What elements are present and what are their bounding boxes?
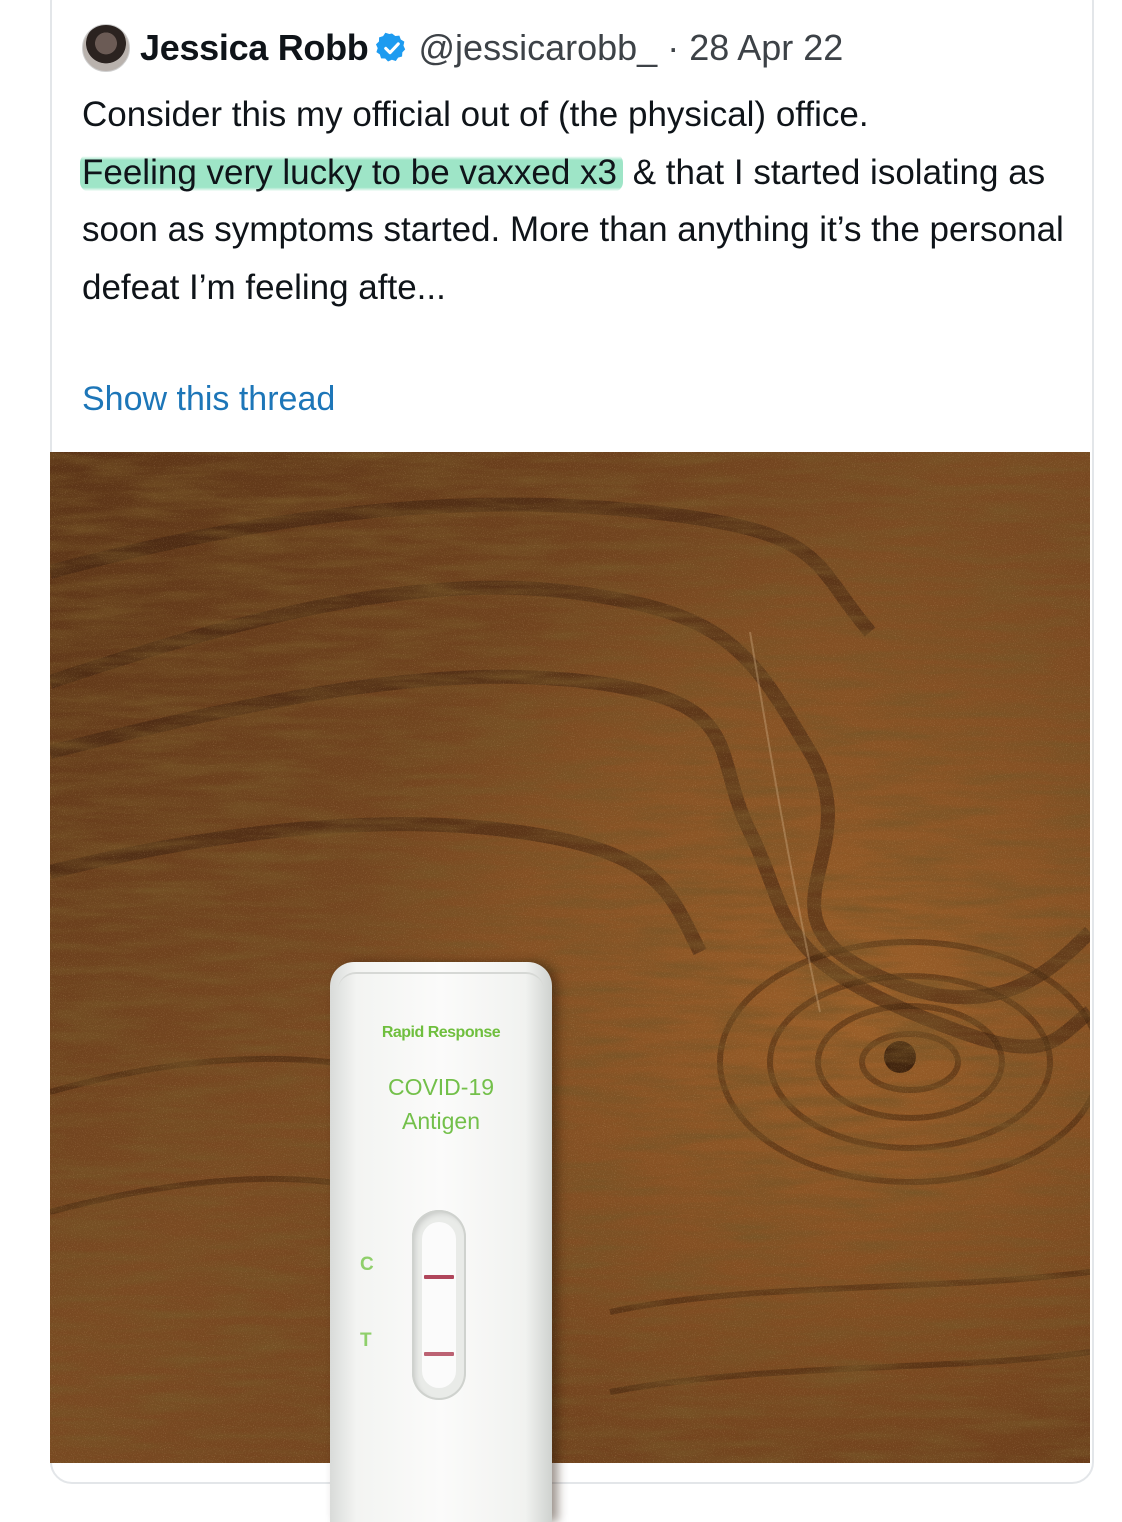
test-product-line-1: COVID-19: [387, 1074, 495, 1100]
wood-texture: [50, 452, 1090, 1463]
covid-test-cassette: Rapid Response COVID-19 Antigen C T: [330, 962, 552, 1522]
test-product-line-2: Antigen: [401, 1108, 480, 1134]
tweet-date[interactable]: 28 Apr 22: [689, 27, 843, 69]
test-line: [424, 1352, 454, 1356]
tweet-paragraph-2: Feeling very lucky to be vaxxed x3 & tha…: [80, 144, 1072, 317]
author-handle[interactable]: @jessicarobb_: [419, 27, 658, 69]
test-label: T: [360, 1330, 372, 1351]
highlighted-text: Feeling very lucky to be vaxxed x3: [80, 152, 623, 192]
control-line: [424, 1275, 454, 1279]
tweet-header: Jessica Robb @jessicarobb_ · 28 Apr 22: [82, 20, 843, 76]
test-product-label: COVID-19 Antigen: [330, 1070, 552, 1138]
show-thread-link[interactable]: Show this thread: [82, 380, 335, 419]
author-name[interactable]: Jessica Robb: [140, 27, 369, 69]
verified-badge-icon: [375, 32, 405, 62]
result-window: [412, 1210, 466, 1400]
control-label: C: [360, 1254, 374, 1275]
tweet-text: Consider this my official out of (the ph…: [80, 86, 1072, 317]
tweet-media-photo[interactable]: [50, 452, 1090, 1463]
tweet-paragraph-1: Consider this my official out of (the ph…: [82, 95, 869, 134]
separator-dot: ·: [667, 27, 680, 68]
avatar[interactable]: [82, 24, 130, 72]
test-brand-label: Rapid Response: [381, 1024, 501, 1041]
test-strip: [422, 1222, 456, 1388]
